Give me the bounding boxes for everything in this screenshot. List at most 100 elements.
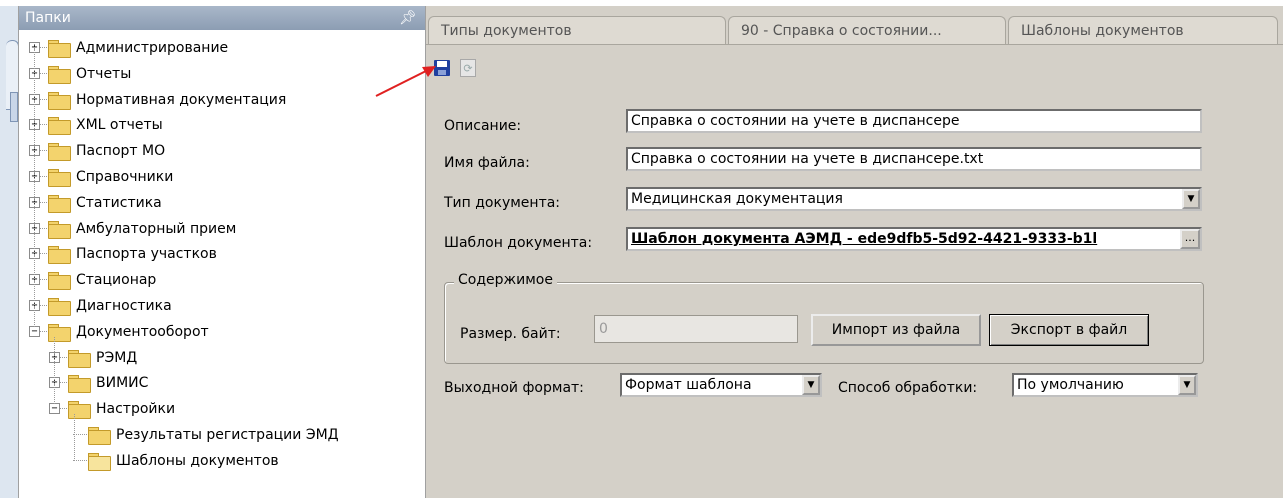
size-label: Размер. байт: <box>460 326 561 342</box>
tree-connector <box>74 414 76 461</box>
folder-icon <box>48 91 71 110</box>
annotation-arrow-icon <box>375 66 436 97</box>
tree-node[interactable]: Шаблоны документов <box>19 450 425 472</box>
tree-node[interactable]: + Паспорта участков <box>19 243 425 265</box>
output-format-label: Выходной формат: <box>444 380 584 396</box>
tree-node-label: Справочники <box>76 169 174 185</box>
template-label: Шаблон документа: <box>444 235 593 251</box>
tab-label: Шаблоны документов <box>1021 23 1184 39</box>
template-value: Шаблон документа АЭМД - ede9dfb5-5d92-44… <box>631 231 1098 247</box>
folders-panel: Папки 📌︎ + Администрирование + Отчеты + Норма… <box>18 6 426 498</box>
panel-edge <box>0 6 19 498</box>
processing-label: Способ обработки: <box>838 380 978 396</box>
tree-node-label: XML отчеты <box>76 117 163 134</box>
folder-open-icon <box>88 452 111 471</box>
tree-node[interactable]: + ВИМИС <box>19 372 425 394</box>
main-pane: Типы документов 90 - Справка о состоянии… <box>426 6 1283 498</box>
processing-value: По умолчанию <box>1017 377 1124 393</box>
chevron-down-icon[interactable]: ▼ <box>802 375 820 395</box>
folder-icon <box>48 220 71 239</box>
doctype-select[interactable]: Медицинская документация ▼ <box>626 187 1202 211</box>
folder-icon <box>68 375 91 394</box>
output-format-value: Формат шаблона <box>625 377 752 393</box>
toolbar: ⟳ <box>426 45 1283 93</box>
export-button[interactable]: Экспорт в файл <box>989 314 1149 346</box>
tab-label: 90 - Справка о состоянии... <box>741 23 942 39</box>
template-field[interactable]: Шаблон документа АЭМД - ede9dfb5-5d92-44… <box>626 227 1202 251</box>
folder-icon <box>48 169 71 187</box>
tree-node-label: Настройки <box>96 401 176 418</box>
processing-select[interactable]: По умолчанию ▼ <box>1012 373 1198 397</box>
size-value: 0 <box>599 321 608 337</box>
tree-connector <box>54 336 56 405</box>
description-value: Справка о состоянии на учете в диспансер… <box>631 113 960 129</box>
tree-node[interactable]: + XML отчеты <box>19 114 425 136</box>
collapsed-panel-tab-2[interactable] <box>10 92 18 122</box>
folders-panel-header: Папки 📌︎ <box>19 6 425 30</box>
tree-node-label: Амбулаторный прием <box>76 220 237 237</box>
tree-node[interactable]: + Паспорт МО <box>19 140 425 162</box>
tab-document-templates[interactable]: Шаблоны документов <box>1008 16 1278 44</box>
chevron-down-icon[interactable]: ▼ <box>1178 375 1196 395</box>
tree-node-label: Паспорт МО <box>76 143 166 160</box>
tree-node-label: Нормативная документация <box>76 91 287 108</box>
folder-icon <box>48 143 71 162</box>
tab-bar: Типы документов 90 - Справка о состоянии… <box>426 6 1283 46</box>
tree-connector <box>34 47 36 327</box>
folder-icon <box>48 323 71 342</box>
filename-label: Имя файла: <box>444 155 530 171</box>
description-label: Описание: <box>444 118 522 134</box>
tree-node[interactable]: + Администрирование <box>19 37 425 59</box>
pin-icon[interactable]: 📌︎ <box>399 6 417 30</box>
tree-node-label: Стационар <box>76 272 157 289</box>
output-format-select[interactable]: Формат шаблона ▼ <box>620 373 822 397</box>
doctype-label: Тип документа: <box>444 195 561 211</box>
tree-node-label: Шаблоны документов <box>116 452 279 469</box>
tree-node-label: Диагностика <box>76 298 172 314</box>
tree-node-label: Результаты регистрации ЭМД <box>116 427 339 443</box>
collapse-icon[interactable]: − <box>49 403 60 415</box>
collapse-icon[interactable]: − <box>29 325 40 337</box>
size-field: 0 <box>594 315 798 343</box>
filename-field[interactable]: Справка о состоянии на учете в диспансер… <box>626 147 1202 171</box>
import-button[interactable]: Импорт из файла <box>811 314 981 346</box>
chevron-down-icon[interactable]: ▼ <box>1182 189 1200 209</box>
tree-node-label: ВИМИС <box>96 375 149 392</box>
folder-icon <box>68 401 91 420</box>
tab-certificate[interactable]: 90 - Справка о состоянии... <box>728 16 1006 44</box>
tree-node[interactable]: + Стационар <box>19 269 425 291</box>
tree-node-label: Паспорта участков <box>76 246 217 263</box>
tree-node[interactable]: − Документооборот <box>19 321 425 343</box>
ellipsis-button[interactable]: ... <box>1180 229 1200 249</box>
folders-panel-title: Папки <box>25 10 71 26</box>
tree-node[interactable]: + Отчеты <box>19 63 425 85</box>
description-field[interactable]: Справка о состоянии на учете в диспансер… <box>626 109 1202 133</box>
export-button-label: Экспорт в файл <box>1010 322 1128 338</box>
folder-icon <box>48 246 71 265</box>
tree-node[interactable]: + Нормативная документация <box>19 89 425 111</box>
folder-icon <box>48 40 71 58</box>
folder-icon <box>48 117 71 136</box>
tab-label: Типы документов <box>441 23 572 39</box>
tree-node-label: Администрирование <box>76 40 229 56</box>
tree-node-label: Отчеты <box>76 65 132 82</box>
tree-node[interactable]: + РЭМД <box>19 347 425 369</box>
import-button-label: Импорт из файла <box>831 322 961 338</box>
tree-node[interactable]: − Настройки <box>19 398 425 420</box>
tree-node[interactable]: Результаты регистрации ЭМД <box>19 424 425 446</box>
tree-node[interactable]: + Статистика <box>19 192 425 214</box>
folder-icon <box>48 272 71 291</box>
content-group-title: Содержимое <box>454 272 557 288</box>
tree-node[interactable]: + Справочники <box>19 166 425 188</box>
tree-node[interactable]: + Амбулаторный прием <box>19 218 425 240</box>
tree-node-label: Статистика <box>76 194 162 211</box>
tree-node-label: Документооборот <box>76 323 209 340</box>
refresh-icon[interactable]: ⟳ <box>460 59 476 77</box>
tab-document-types[interactable]: Типы документов <box>428 16 726 44</box>
tree-node[interactable]: + Диагностика <box>19 295 425 317</box>
tree-node-label: РЭМД <box>96 349 138 366</box>
folder-icon <box>88 427 111 445</box>
filename-value: Справка о состоянии на учете в диспансер… <box>631 151 984 167</box>
folder-icon <box>48 194 71 213</box>
doctype-value: Медицинская документация <box>631 191 843 207</box>
